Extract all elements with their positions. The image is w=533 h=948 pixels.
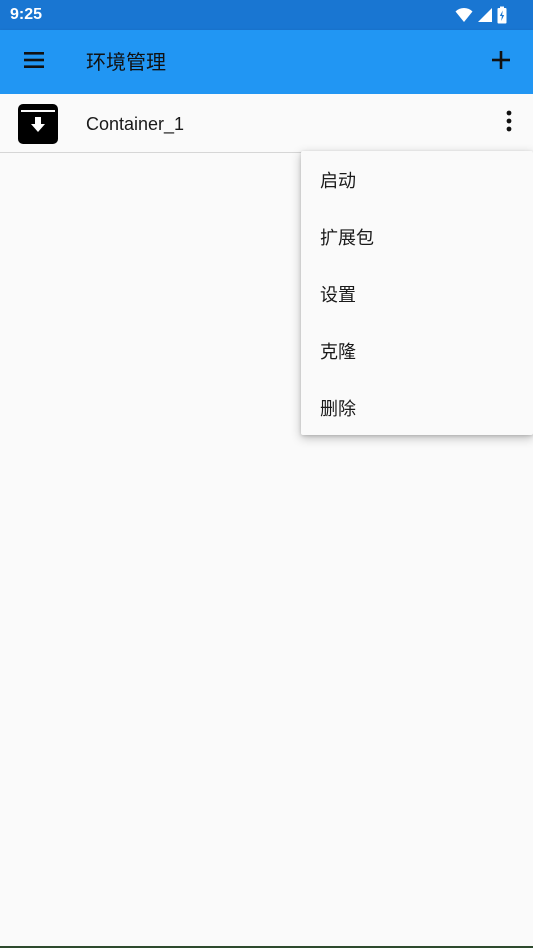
container-list: Container_1: [0, 94, 533, 153]
status-bar: 9:25: [0, 0, 533, 30]
status-time: 9:25: [10, 6, 43, 23]
menu-item-extensions[interactable]: 扩展包: [301, 208, 533, 265]
plus-icon: [490, 49, 512, 75]
menu-item-start[interactable]: 启动: [301, 151, 533, 208]
container-context-menu: 启动 扩展包 设置 克隆 删除: [301, 151, 533, 435]
add-container-button[interactable]: [481, 42, 521, 82]
more-options-button[interactable]: [495, 104, 523, 142]
menu-button[interactable]: [14, 42, 54, 82]
cell-signal-icon: [477, 6, 493, 24]
wifi-icon: [455, 6, 473, 24]
battery-charging-icon: [497, 6, 507, 24]
archive-download-icon: [16, 102, 60, 146]
hamburger-menu-icon: [22, 48, 46, 76]
container-list-item[interactable]: Container_1: [0, 94, 533, 153]
app-bar: 环境管理: [0, 30, 533, 94]
container-name: Container_1: [86, 114, 185, 134]
menu-item-clone[interactable]: 克隆: [301, 322, 533, 379]
page-title: 环境管理: [86, 50, 166, 74]
menu-item-settings[interactable]: 设置: [301, 265, 533, 322]
more-vert-icon: [506, 110, 512, 136]
status-icons: [455, 6, 507, 24]
menu-item-delete[interactable]: 删除: [301, 379, 533, 436]
